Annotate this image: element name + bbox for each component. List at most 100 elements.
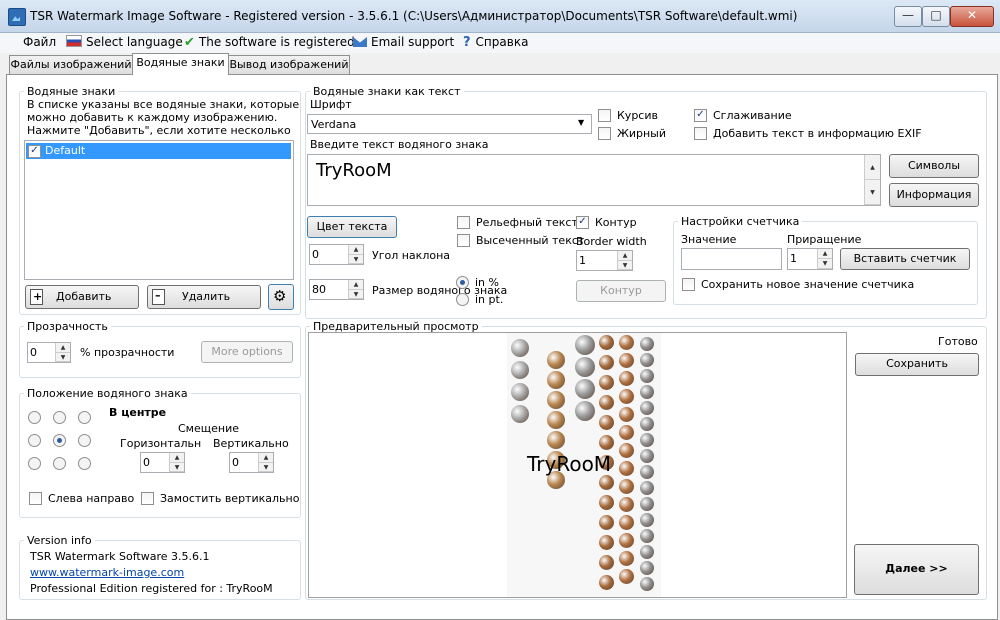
counter-settings-label: Настройки счетчика	[678, 215, 803, 228]
border-width-value: 1	[579, 254, 586, 267]
watermark-settings-button[interactable]: ⚙	[268, 284, 294, 310]
tile-vertical-checkbox[interactable]	[141, 492, 154, 505]
position-top-left-radio[interactable]	[28, 411, 41, 424]
coin-image	[640, 369, 654, 383]
italic-label: Курсив	[617, 109, 658, 122]
vertical-offset-spinner[interactable]: ▲ ▼	[258, 453, 273, 472]
save-button[interactable]: Сохранить	[855, 353, 979, 376]
font-select[interactable]: Verdana ▼	[307, 114, 592, 134]
coin-image	[640, 433, 654, 447]
russian-flag-icon	[66, 35, 82, 47]
coin-image	[599, 415, 614, 430]
preview-canvas[interactable]: TryRooM	[308, 332, 847, 598]
close-icon: ✕	[966, 8, 978, 22]
bold-checkbox[interactable]	[598, 127, 611, 140]
position-middle-right-radio[interactable]	[78, 434, 91, 447]
coin-image	[599, 535, 614, 550]
counter-value-input[interactable]	[681, 248, 782, 270]
position-top-right-radio[interactable]	[78, 411, 91, 424]
border-width-spinner[interactable]: ▲ ▼	[617, 251, 632, 270]
size-in-percent-radio[interactable]	[456, 276, 469, 289]
tab-image-output[interactable]: Вывод изображений	[228, 55, 350, 74]
coin-image	[547, 371, 565, 389]
angle-input[interactable]: 0 ▲ ▼	[309, 244, 364, 265]
font-label: Шрифт	[310, 98, 352, 111]
counter-increment-spinner[interactable]: ▲ ▼	[817, 249, 832, 269]
next-button[interactable]: Далее >>	[854, 544, 979, 595]
exif-checkbox[interactable]	[694, 127, 707, 140]
save-counter-checkbox[interactable]	[682, 278, 695, 291]
transparency-spinner[interactable]: ▲ ▼	[55, 343, 70, 362]
maximize-button[interactable]: □	[922, 6, 950, 27]
list-item-checkbox[interactable]: ✓	[28, 145, 41, 158]
size-spinner[interactable]: ▲ ▼	[348, 280, 363, 299]
counter-increment-label: Приращение	[787, 233, 862, 246]
vertical-offset-input[interactable]: 0 ▲ ▼	[229, 452, 274, 473]
coin-image	[547, 351, 565, 369]
tab-watermarks[interactable]: Водяные знаки	[132, 53, 229, 75]
horizontal-offset-input[interactable]: 0 ▲ ▼	[140, 452, 185, 473]
border-width-input[interactable]: 1 ▲ ▼	[576, 250, 633, 271]
position-bottom-left-radio[interactable]	[28, 457, 41, 470]
position-bottom-right-radio[interactable]	[78, 457, 91, 470]
watermark-text-input[interactable]: TryRooM ▲ ▼	[307, 154, 881, 206]
coin-image	[575, 357, 595, 377]
insert-counter-button[interactable]: Вставить счетчик	[840, 248, 970, 270]
outline-checkbox[interactable]: ✓	[576, 216, 589, 229]
vertical-offset-label: Вертикально	[213, 437, 289, 450]
watermarks-group-label: Водяные знаки	[24, 85, 119, 98]
close-button[interactable]: ✕	[950, 6, 994, 27]
coin-image	[640, 353, 654, 367]
menu-file[interactable]: Файл	[23, 35, 56, 49]
text-color-button[interactable]: Цвет текста	[307, 216, 397, 238]
italic-checkbox[interactable]	[598, 109, 611, 122]
position-bottom-center-radio[interactable]	[53, 457, 66, 470]
smoothing-checkbox[interactable]: ✓	[694, 109, 707, 122]
coin-image	[599, 335, 614, 350]
save-counter-label: Сохранить новое значение счетчика	[701, 278, 915, 291]
size-in-points-radio[interactable]	[456, 293, 469, 306]
symbols-button[interactable]: Символы	[889, 154, 979, 178]
website-link[interactable]: www.watermark-image.com	[30, 566, 184, 579]
menu-help[interactable]: ? Справка	[463, 35, 528, 50]
watermark-text-value: TryRooM	[316, 160, 392, 181]
position-middle-left-radio[interactable]	[28, 434, 41, 447]
preview-watermark-text: TryRooM	[527, 452, 612, 476]
horizontal-offset-value: 0	[143, 456, 150, 469]
add-page-icon: +	[30, 289, 43, 305]
transparency-input[interactable]: 0 ▲ ▼	[27, 342, 71, 363]
position-center-radio[interactable]	[53, 434, 66, 447]
counter-value-label: Значение	[681, 233, 737, 246]
tile-vertical-label: Замостить вертикально	[160, 492, 300, 505]
exif-label: Добавить текст в информацию EXIF	[713, 127, 922, 140]
raised-text-checkbox[interactable]	[457, 234, 470, 247]
information-button[interactable]: Информация	[889, 183, 979, 207]
checkmark-icon: ✔	[184, 35, 195, 50]
menu-email-support[interactable]: Email support	[353, 35, 454, 49]
watermarks-list[interactable]: ✓ Default	[24, 140, 294, 280]
relief-text-checkbox[interactable]	[457, 216, 470, 229]
list-item[interactable]: ✓ Default	[26, 143, 291, 159]
angle-spinner[interactable]: ▲ ▼	[348, 245, 363, 264]
tab-image-files[interactable]: Файлы изображений	[9, 55, 133, 74]
coin-image	[599, 375, 614, 390]
delete-watermark-button[interactable]: – Удалить	[147, 285, 261, 309]
menu-select-language[interactable]: Select language	[66, 35, 183, 49]
horizontal-offset-spinner[interactable]: ▲ ▼	[169, 453, 184, 472]
coin-image	[619, 497, 634, 512]
size-input[interactable]: 80 ▲ ▼	[309, 279, 364, 300]
add-watermark-button[interactable]: + Добавить	[25, 285, 139, 309]
size-in-points-label: in pt.	[475, 293, 504, 306]
menu-registered[interactable]: ✔ The software is registered	[184, 35, 355, 50]
counter-increment-input[interactable]: 1 ▲ ▼	[787, 248, 833, 270]
coin-image	[547, 391, 565, 409]
raised-text-label: Высеченный текст	[476, 234, 585, 247]
outline-button[interactable]: Контур	[576, 280, 666, 302]
watermarks-description-line3: Нажмите "Добавить", если хотите нескольк…	[27, 124, 291, 137]
more-options-button[interactable]: More options	[201, 341, 293, 363]
text-scrollbar[interactable]: ▲ ▼	[864, 155, 880, 205]
position-top-center-radio[interactable]	[53, 411, 66, 424]
minimize-button[interactable]: —	[894, 6, 922, 27]
coin-image	[511, 361, 529, 379]
rtl-checkbox[interactable]	[29, 492, 42, 505]
